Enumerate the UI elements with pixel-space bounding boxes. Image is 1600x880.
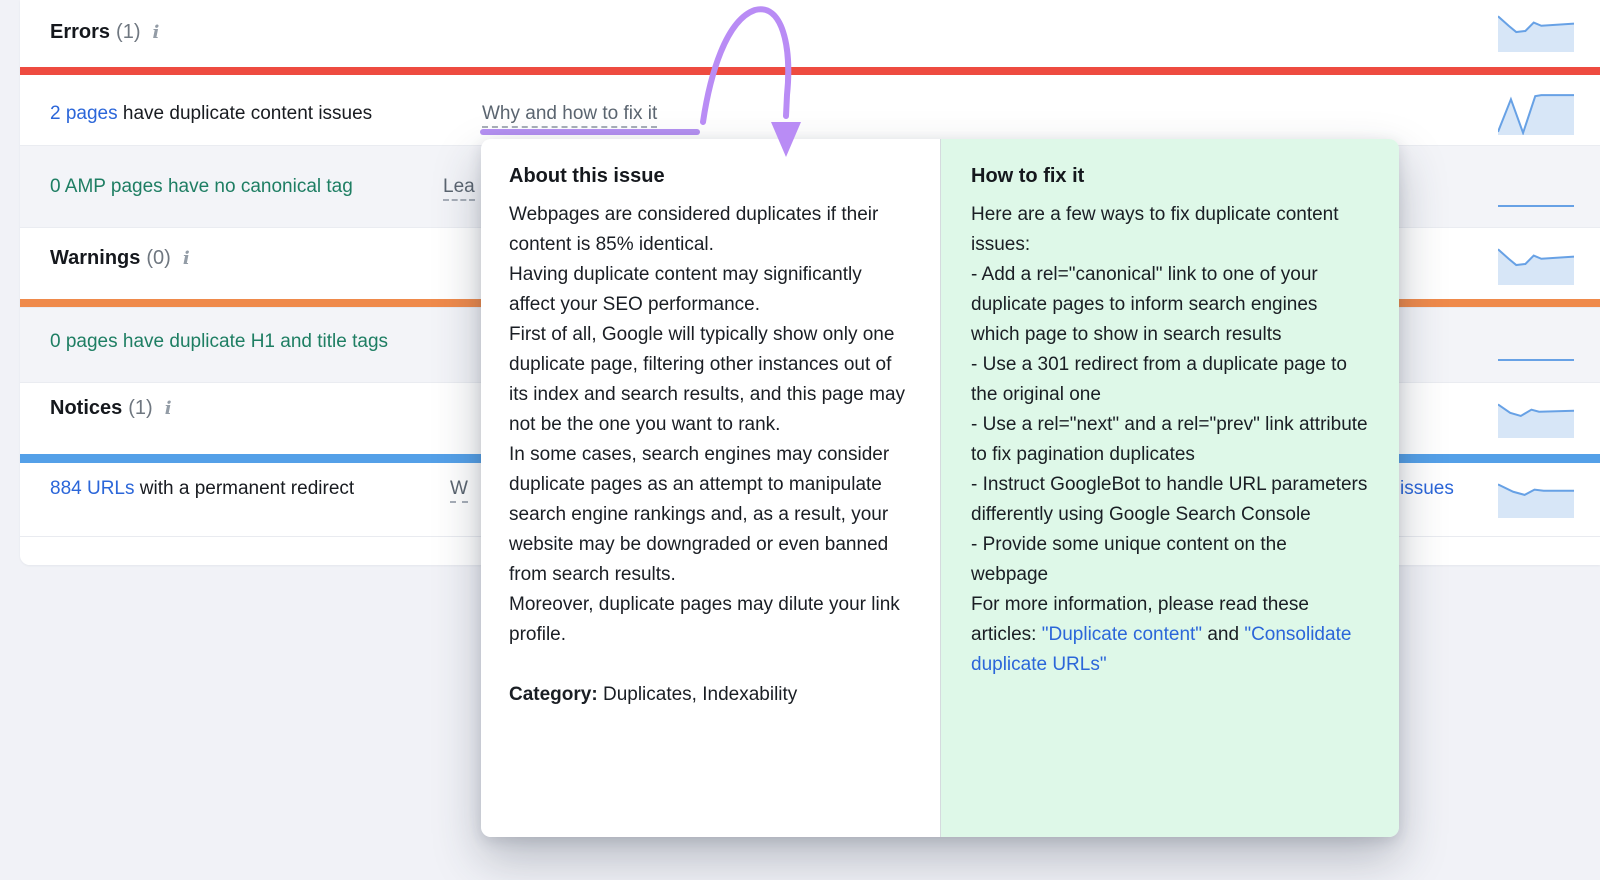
issue-row-duplicate-content-text: 2 pages have duplicate content issues [50, 103, 372, 125]
warnings-title-text: Warnings [50, 247, 140, 269]
errors-section-header: Errors (1) i [20, 0, 1600, 67]
duplicate-content-count-link[interactable]: 2 pages [50, 103, 118, 124]
notices-info-icon[interactable]: i [165, 398, 172, 419]
how-to-fix-heading: How to fix it [971, 165, 1369, 188]
errors-section-title: Errors (1) i [50, 21, 159, 44]
issue-row-duplicate-content: 2 pages have duplicate content issues Wh… [20, 75, 1600, 145]
fix-more-info: For more information, please read these … [971, 590, 1369, 680]
sparkline-duplicate-h1 [1498, 339, 1574, 381]
duplicate-content-article-link[interactable]: "Duplicate content" [1042, 624, 1202, 645]
redirect-issues-link-partial[interactable]: issues [1400, 478, 1454, 499]
sparkline-amp [1498, 185, 1574, 227]
notices-section-title: Notices (1) i [50, 397, 172, 420]
category-label: Category: [509, 684, 598, 705]
duplicate-content-text: have duplicate content issues [118, 103, 373, 124]
errors-info-icon[interactable]: i [152, 22, 159, 43]
sparkline-warnings-header [1498, 243, 1574, 285]
warnings-info-icon[interactable]: i [183, 248, 190, 269]
site-audit-screen: Errors (1) i 2 pages have duplicate conten… [0, 0, 1600, 880]
sparkline-duplicate-content [1498, 93, 1574, 135]
notices-title-text: Notices [50, 397, 122, 419]
redirect-count-link[interactable]: 884 URLs [50, 478, 135, 499]
about-paragraph: In some cases, search engines may consid… [509, 440, 912, 590]
issue-tooltip-popup: About this issue Webpages are considered… [481, 139, 1399, 837]
warnings-section-title: Warnings (0) i [50, 247, 190, 270]
fix-item: - Use a rel="next" and a rel="prev" link… [971, 410, 1369, 470]
about-issue-heading: About this issue [509, 165, 912, 188]
redirect-text: with a permanent redirect [135, 478, 355, 499]
amp-learn-link-partial[interactable]: Lea [443, 176, 475, 201]
category-line: Category: Duplicates, Indexability [509, 680, 912, 710]
fix-intro: Here are a few ways to fix duplicate con… [971, 200, 1369, 260]
redirect-why-link-partial[interactable]: W [450, 478, 468, 503]
errors-severity-bar [20, 67, 1600, 75]
sparkline-errors-header [1498, 10, 1574, 52]
about-paragraph: Moreover, duplicate pages may dilute you… [509, 590, 912, 650]
fix-more-and: and [1202, 624, 1244, 645]
duplicate-h1-text: 0 pages have duplicate H1 and title tags [50, 331, 388, 353]
amp-canonical-text: 0 AMP pages have no canonical tag [50, 176, 353, 198]
fix-item: - Instruct GoogleBot to handle URL param… [971, 470, 1369, 530]
about-paragraph: First of all, Google will typically show… [509, 320, 912, 440]
errors-title-text: Errors [50, 21, 110, 43]
errors-count: (1) [116, 21, 140, 43]
about-paragraph: Having duplicate content may significant… [509, 260, 912, 320]
fix-item: - Use a 301 redirect from a duplicate pa… [971, 350, 1369, 410]
redirect-why-link-wrap: W [450, 478, 468, 500]
redirect-issues-link-wrap: issues [1400, 478, 1454, 500]
why-how-to-fix-link-wrap: Why and how to fix it [482, 103, 657, 125]
notices-count: (1) [128, 397, 152, 419]
redirect-row-text: 884 URLs with a permanent redirect [50, 478, 354, 500]
fix-item: - Add a rel="canonical" link to one of y… [971, 260, 1369, 350]
warnings-count: (0) [146, 247, 170, 269]
category-value: Duplicates, Indexability [598, 684, 798, 705]
about-paragraph: Webpages are considered duplicates if th… [509, 200, 912, 260]
about-this-issue-panel: About this issue Webpages are considered… [481, 139, 941, 837]
how-to-fix-panel: How to fix it Here are a few ways to fix… [941, 139, 1399, 837]
link-hover-highlight [480, 129, 700, 135]
fix-item: - Provide some unique content on the web… [971, 530, 1369, 590]
why-how-to-fix-link[interactable]: Why and how to fix it [482, 103, 657, 128]
amp-learn-link-wrap: Lea [443, 176, 475, 198]
sparkline-redirect [1498, 476, 1574, 518]
sparkline-notices-header [1498, 396, 1574, 438]
